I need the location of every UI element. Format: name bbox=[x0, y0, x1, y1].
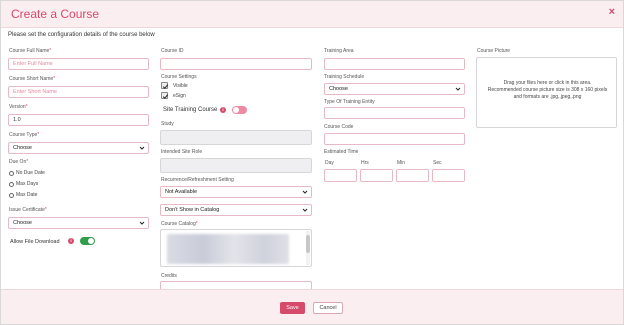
esign-checkbox[interactable]: eSign bbox=[161, 92, 186, 100]
site-training-course-toggle[interactable] bbox=[232, 106, 247, 114]
course-catalog-label: Course Catalog* bbox=[161, 221, 198, 227]
course-picture-hint: Drag your files here or click in this ar… bbox=[487, 80, 608, 100]
estimated-time-label: Estimated Time bbox=[324, 149, 359, 155]
course-short-name-input[interactable]: Enter Short Name bbox=[8, 86, 149, 98]
catalog-visibility-value: Don't Show in Catalog bbox=[165, 207, 220, 213]
chevron-down-icon bbox=[302, 208, 308, 212]
radio-circle-icon bbox=[9, 170, 14, 176]
recurrence-select[interactable]: Not Available bbox=[160, 186, 312, 198]
type-of-training-entity-input[interactable] bbox=[324, 107, 465, 119]
course-full-name-input[interactable]: Enter Full Name bbox=[8, 58, 149, 70]
estimated-time-hrs-label: Hrs bbox=[361, 160, 369, 166]
intended-site-role-label: Intended Site Role bbox=[161, 149, 203, 155]
training-schedule-select[interactable]: Choose bbox=[324, 83, 465, 95]
chevron-down-icon bbox=[139, 146, 145, 150]
course-catalog-scrollbar[interactable] bbox=[306, 231, 310, 265]
allow-file-download-label: Allow File Download bbox=[10, 239, 60, 245]
radio-circle-icon bbox=[9, 181, 14, 187]
intended-site-role-input bbox=[160, 158, 312, 173]
radio-circle-icon bbox=[9, 192, 14, 198]
course-code-input[interactable] bbox=[324, 133, 465, 145]
allow-file-download-toggle[interactable] bbox=[80, 237, 95, 245]
course-type-select[interactable]: Choose bbox=[8, 142, 149, 154]
credits-label: Credits bbox=[161, 273, 177, 279]
visible-checkbox[interactable]: Visible bbox=[161, 82, 188, 90]
course-short-name-label: Course Short Name* bbox=[9, 76, 56, 82]
training-area-input[interactable] bbox=[324, 58, 465, 70]
estimated-time-day-input[interactable] bbox=[324, 169, 357, 182]
chevron-down-icon bbox=[302, 190, 308, 194]
estimated-time-min-label: Min bbox=[397, 160, 406, 166]
estimated-time-hrs-input[interactable] bbox=[360, 169, 393, 182]
issue-certificate-value: Choose bbox=[13, 220, 32, 226]
course-id-label: Course ID bbox=[161, 48, 184, 54]
estimated-time-sec-input[interactable] bbox=[432, 169, 465, 182]
close-icon[interactable]: × bbox=[609, 6, 615, 18]
version-input[interactable]: 1.0 bbox=[8, 114, 149, 126]
toggle-knob bbox=[233, 107, 239, 113]
recurrence-label: Recurrence/Refreshment Setting bbox=[161, 177, 234, 183]
info-icon[interactable]: i bbox=[68, 238, 74, 244]
course-type-label: Course Type* bbox=[9, 132, 40, 138]
modal-title: Create a Course bbox=[11, 7, 100, 21]
type-of-training-entity-label: Type Of Training Entity bbox=[324, 99, 375, 105]
study-input bbox=[160, 130, 312, 145]
course-catalog-items-redacted bbox=[167, 234, 289, 264]
catalog-visibility-select[interactable]: Don't Show in Catalog bbox=[160, 204, 312, 216]
course-id-input[interactable] bbox=[160, 58, 312, 70]
info-icon[interactable]: i bbox=[220, 107, 226, 113]
training-schedule-label: Training Schedule bbox=[324, 74, 365, 80]
create-course-modal: Create a Course × Please set the configu… bbox=[0, 0, 624, 325]
estimated-time-day-label: Day bbox=[325, 160, 334, 166]
due-on-label: Due On* bbox=[9, 159, 29, 165]
course-code-label: Course Code bbox=[324, 124, 354, 130]
site-training-course-label: Site Training Course bbox=[163, 107, 218, 113]
estimated-time-sec-label: Sec bbox=[433, 160, 442, 166]
chevron-down-icon bbox=[455, 87, 461, 91]
check-icon bbox=[161, 82, 169, 90]
check-icon bbox=[161, 92, 169, 100]
cancel-button[interactable]: Cancel bbox=[313, 302, 343, 314]
training-area-label: Training Area bbox=[324, 48, 354, 54]
due-on-radio-no-due-date[interactable]: No Due Date bbox=[9, 170, 45, 176]
training-schedule-value: Choose bbox=[329, 86, 348, 92]
scrollbar-thumb[interactable] bbox=[306, 235, 310, 253]
course-type-value: Choose bbox=[13, 145, 32, 151]
recurrence-value: Not Available bbox=[165, 189, 198, 195]
course-catalog-list[interactable] bbox=[160, 229, 312, 267]
course-full-name-label: Course Full Name* bbox=[9, 48, 52, 54]
course-picture-dropzone[interactable]: Drag your files here or click in this ar… bbox=[476, 57, 617, 128]
issue-certificate-select[interactable]: Choose bbox=[8, 217, 149, 229]
study-label: Study bbox=[161, 121, 174, 127]
save-button[interactable]: Save bbox=[280, 302, 305, 314]
modal-footer bbox=[1, 289, 623, 324]
modal-header: Create a Course × bbox=[1, 1, 623, 28]
toggle-knob bbox=[88, 238, 94, 244]
course-picture-label: Course Picture bbox=[477, 48, 511, 54]
version-label: Version* bbox=[9, 104, 28, 110]
intro-text: Please set the configuration details of … bbox=[8, 32, 155, 38]
credits-input[interactable] bbox=[160, 281, 312, 289]
chevron-down-icon bbox=[139, 221, 145, 225]
due-on-radio-max-days[interactable]: Max Days bbox=[9, 181, 38, 187]
estimated-time-min-input[interactable] bbox=[396, 169, 429, 182]
due-on-radio-max-date[interactable]: Max Date bbox=[9, 192, 37, 198]
issue-certificate-label: Issue Certificate* bbox=[9, 207, 47, 213]
course-settings-label: Course Settings bbox=[161, 74, 197, 80]
